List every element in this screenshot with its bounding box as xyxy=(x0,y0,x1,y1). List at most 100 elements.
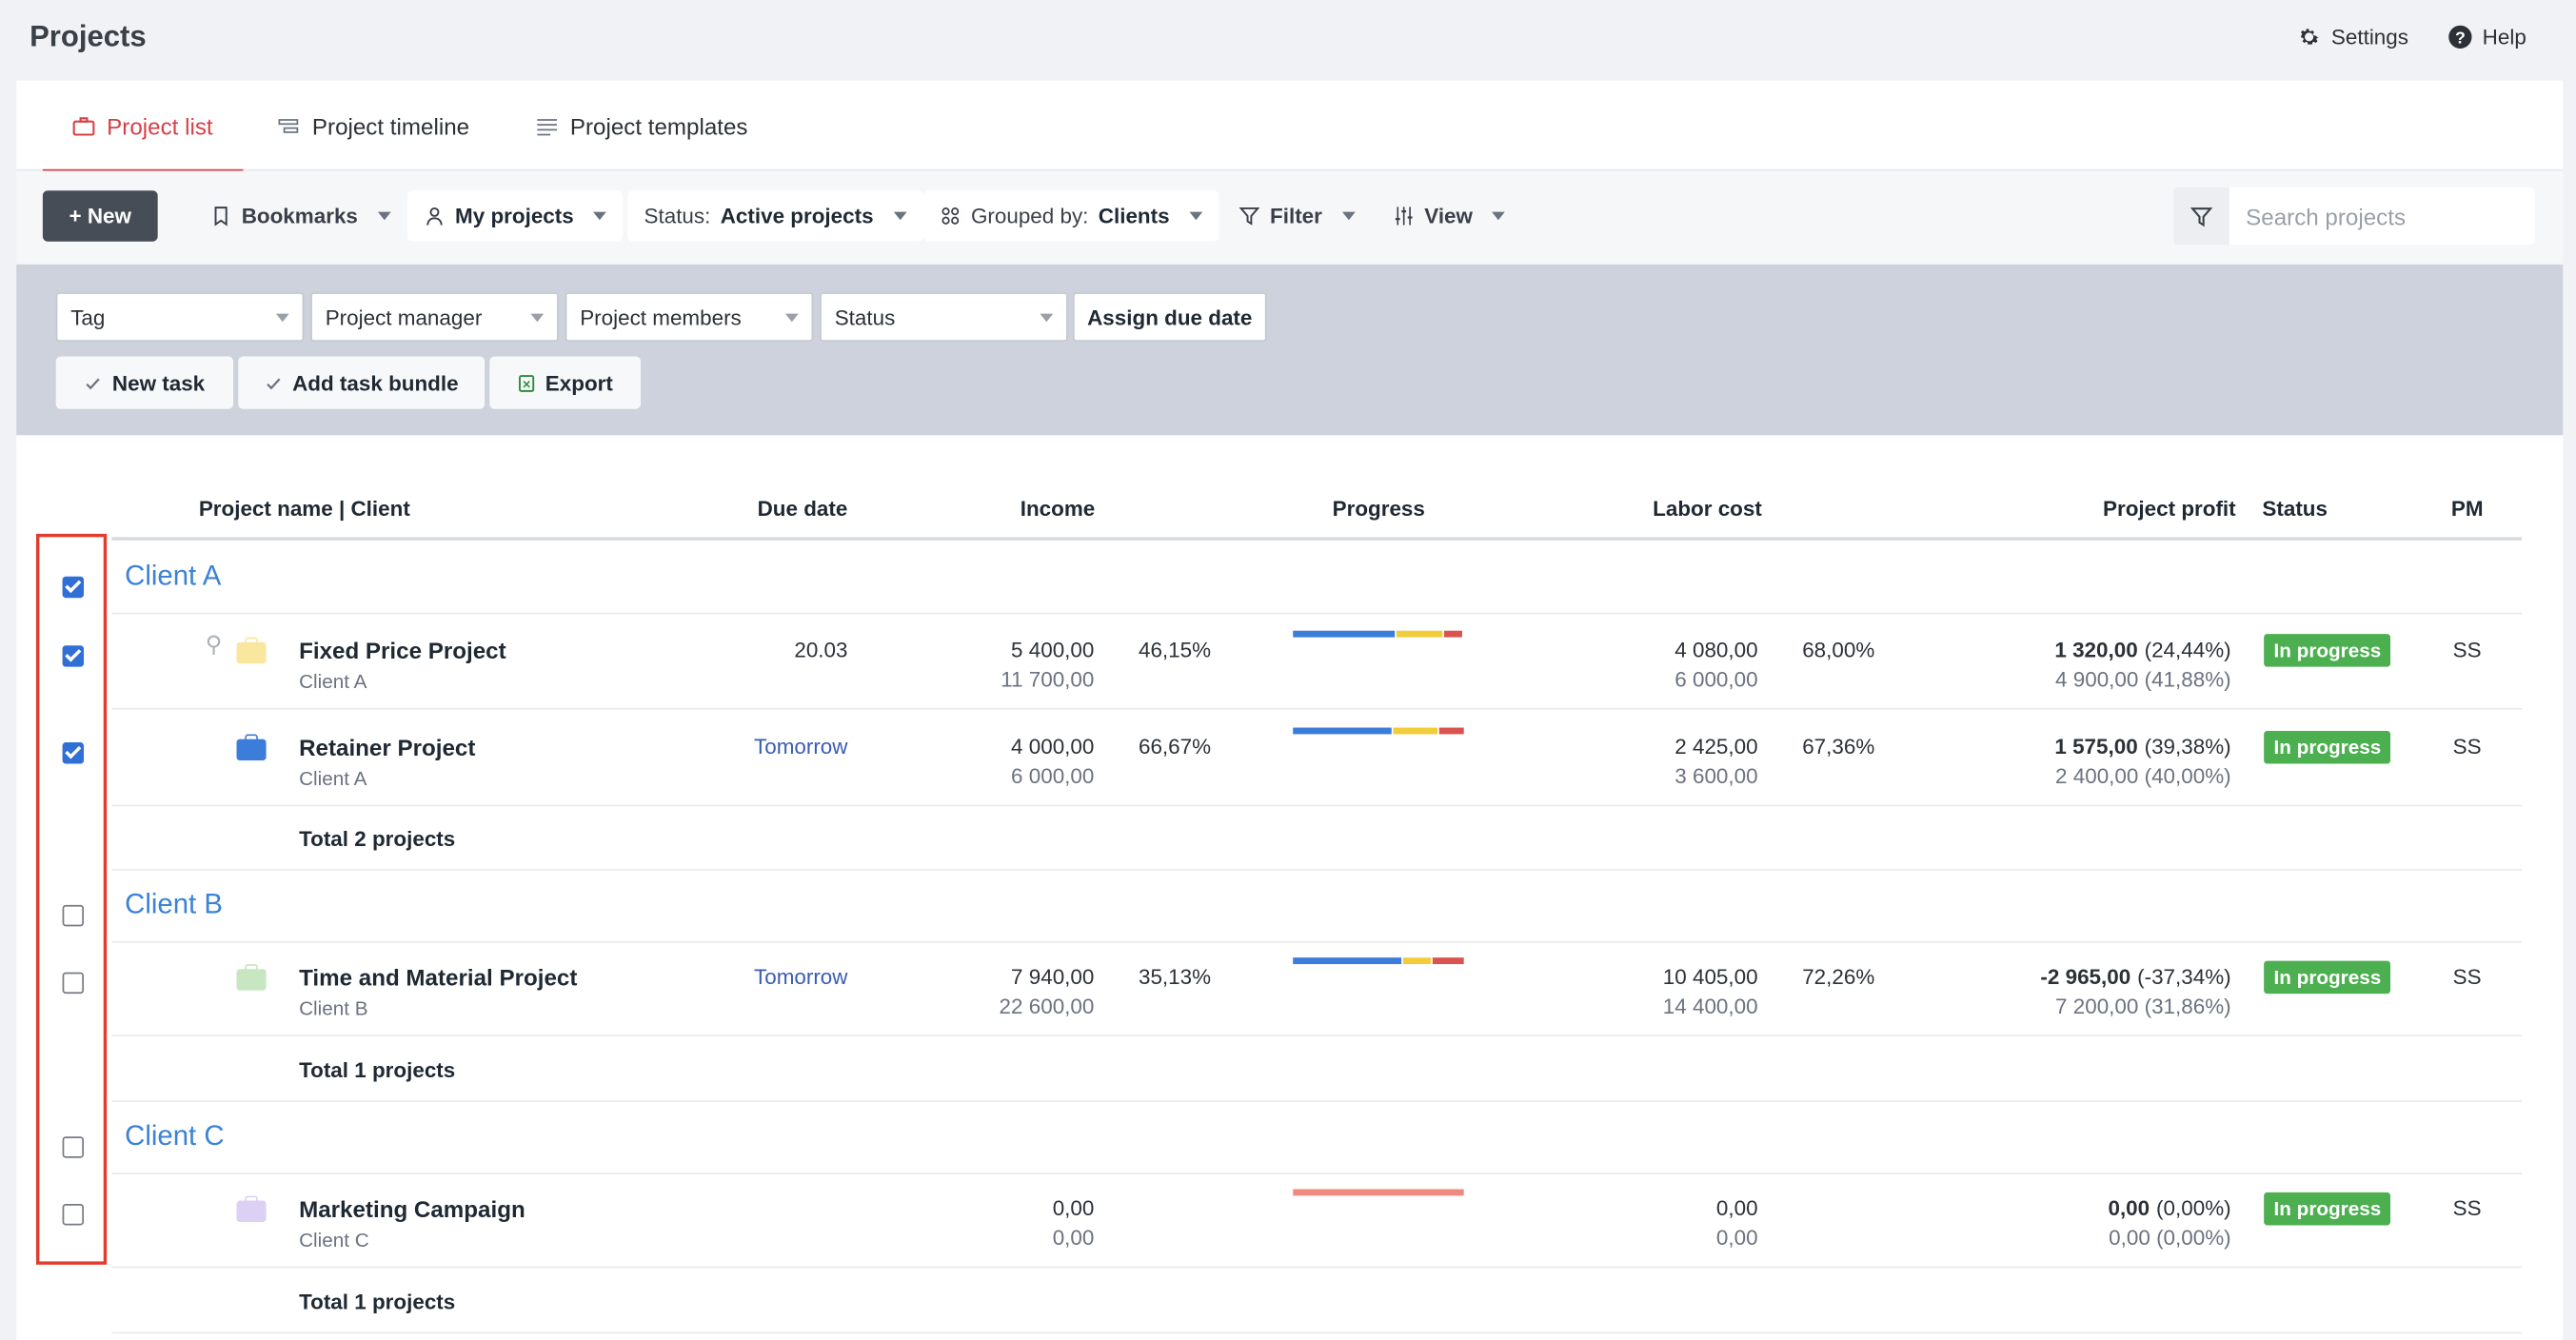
tab-project-timeline[interactable]: Project timeline xyxy=(278,81,469,171)
profit-percent: (39,38%) xyxy=(2144,734,2231,759)
row-divider xyxy=(111,1100,2523,1103)
status-select-label: Status xyxy=(834,305,896,330)
project-name-link[interactable]: Time and Material Project xyxy=(299,964,577,991)
column-header-progress[interactable]: Progress xyxy=(1333,496,1425,521)
client-group-link[interactable]: Client B xyxy=(125,889,223,922)
client-group-link[interactable]: Client C xyxy=(125,1120,224,1153)
profit-amount: 1 575,00 xyxy=(2054,734,2138,759)
project-client-name: Client A xyxy=(299,766,367,791)
sliders-icon xyxy=(1395,207,1413,226)
project-color-icon xyxy=(236,637,267,664)
labor-percent: 68,00% xyxy=(1802,637,1875,662)
filter-label: Filter xyxy=(1270,203,1322,228)
checkbox-column-highlight xyxy=(35,533,108,1265)
project-members-select[interactable]: Project members xyxy=(565,292,814,342)
tab-project-list[interactable]: Project list xyxy=(42,81,243,173)
row-divider xyxy=(111,804,2523,807)
progress-segment-blue xyxy=(1293,630,1396,638)
help-link[interactable]: ? Help xyxy=(2447,25,2526,49)
filter-icon xyxy=(1238,207,1260,226)
row-divider xyxy=(111,707,2523,710)
project-profit-value: 0,00 (0,00%) xyxy=(2108,1195,2230,1220)
profit-amount: 1 320,00 xyxy=(2054,637,2138,662)
settings-link[interactable]: Settings xyxy=(2297,25,2408,49)
column-header-labor-cost[interactable]: Labor cost xyxy=(1653,496,1762,521)
income-budget-value: 11 700,00 xyxy=(1001,666,1095,692)
new-button[interactable]: + New xyxy=(42,190,158,242)
profit-amount: -2 965,00 xyxy=(2040,964,2131,989)
grid-icon xyxy=(941,207,960,225)
chevron-down-icon xyxy=(1492,211,1506,221)
column-header-name[interactable]: Project name | Client xyxy=(199,496,410,521)
project-profit-budget: 2 400,00 (40,00%) xyxy=(2055,763,2231,789)
income-budget-value: 22 600,00 xyxy=(999,994,1095,1018)
column-header-due-date[interactable]: Due date xyxy=(758,496,848,521)
project-color-icon xyxy=(236,964,267,991)
column-header-project-profit[interactable]: Project profit xyxy=(2103,496,2236,521)
bookmarks-dropdown[interactable]: Bookmarks xyxy=(194,190,407,241)
labor-budget-value: 6 000,00 xyxy=(1674,666,1758,692)
new-task-button[interactable]: New task xyxy=(55,356,234,409)
tab-label: Project timeline xyxy=(311,112,470,139)
add-task-bundle-button[interactable]: Add task bundle xyxy=(238,356,485,409)
status-select[interactable]: Status xyxy=(820,292,1068,342)
project-client-name: Client A xyxy=(299,670,367,694)
assign-due-date-button[interactable]: Assign due date xyxy=(1072,292,1267,342)
row-divider xyxy=(111,940,2523,943)
project-name-link[interactable]: Fixed Price Project xyxy=(299,638,506,664)
chevron-down-icon xyxy=(593,211,607,221)
bookmarks-label: Bookmarks xyxy=(241,203,358,228)
progress-segment-salmon xyxy=(1293,1189,1464,1196)
income-budget-value: 6 000,00 xyxy=(1011,763,1095,789)
profit-amount: 0,00 xyxy=(2108,1195,2150,1221)
labor-percent: 72,26% xyxy=(1802,964,1875,989)
grouped-by-dropdown[interactable]: Grouped by: Clients xyxy=(922,190,1219,242)
status-dropdown[interactable]: Status: Active projects xyxy=(627,190,923,242)
project-name-link[interactable]: Retainer Project xyxy=(299,734,475,760)
projects-table: Project name | Client Due date Income Pr… xyxy=(16,435,2564,1340)
project-color-icon xyxy=(236,1195,267,1222)
tag-select[interactable]: Tag xyxy=(55,292,305,342)
project-name-link[interactable]: Marketing Campaign xyxy=(299,1195,525,1222)
column-header-status[interactable]: Status xyxy=(2262,496,2328,521)
search-box xyxy=(2173,187,2535,246)
progress-segment-red xyxy=(1439,727,1464,735)
app-root: Projects Settings ? Help Project list Pr… xyxy=(0,0,2576,1340)
row-divider xyxy=(111,1035,2523,1036)
labor-cost-value: 0,00 xyxy=(1715,1195,1758,1221)
tab-label: Project templates xyxy=(569,112,748,139)
bulk-actions-panel: Tag Project manager Project members Stat… xyxy=(16,264,2564,436)
group-total: Total 1 projects xyxy=(299,1289,456,1314)
template-list-icon xyxy=(537,118,558,135)
group-total: Total 2 projects xyxy=(299,826,456,851)
briefcase-icon xyxy=(72,116,95,135)
due-date-value: Tomorrow xyxy=(754,964,848,989)
row-divider xyxy=(111,1172,2523,1174)
project-manager-select[interactable]: Project manager xyxy=(310,292,559,342)
grouped-prefix: Grouped by: xyxy=(970,203,1089,228)
income-value: 4 000,00 xyxy=(1011,734,1095,759)
header-divider xyxy=(111,537,2523,541)
project-profit-budget: 0,00 (0,00%) xyxy=(2109,1225,2231,1251)
view-dropdown[interactable]: View xyxy=(1377,190,1522,241)
progress-segment-red xyxy=(1433,957,1464,965)
labor-cost-value: 2 425,00 xyxy=(1674,734,1758,759)
client-group-link[interactable]: Client A xyxy=(125,560,221,593)
my-projects-dropdown[interactable]: My projects xyxy=(406,190,624,242)
filter-dropdown[interactable]: Filter xyxy=(1222,190,1372,241)
search-input[interactable] xyxy=(2229,203,2526,229)
column-header-income[interactable]: Income xyxy=(1020,496,1096,521)
filter-icon xyxy=(2190,207,2213,227)
column-header-pm[interactable]: PM xyxy=(2451,496,2484,521)
labor-percent: 67,36% xyxy=(1802,734,1875,759)
income-percent: 35,13% xyxy=(1138,964,1212,989)
tab-project-templates[interactable]: Project templates xyxy=(536,81,748,171)
export-button[interactable]: Export xyxy=(489,356,642,409)
tag-select-label: Tag xyxy=(70,305,106,330)
labor-cost-value: 4 080,00 xyxy=(1674,637,1758,662)
project-client-name: Client C xyxy=(299,1228,369,1252)
income-percent: 66,67% xyxy=(1138,734,1212,759)
tabs-panel: Project list Project timeline Project te… xyxy=(16,80,2564,173)
search-filter-button[interactable] xyxy=(2173,187,2229,246)
chevron-down-icon xyxy=(784,313,799,323)
